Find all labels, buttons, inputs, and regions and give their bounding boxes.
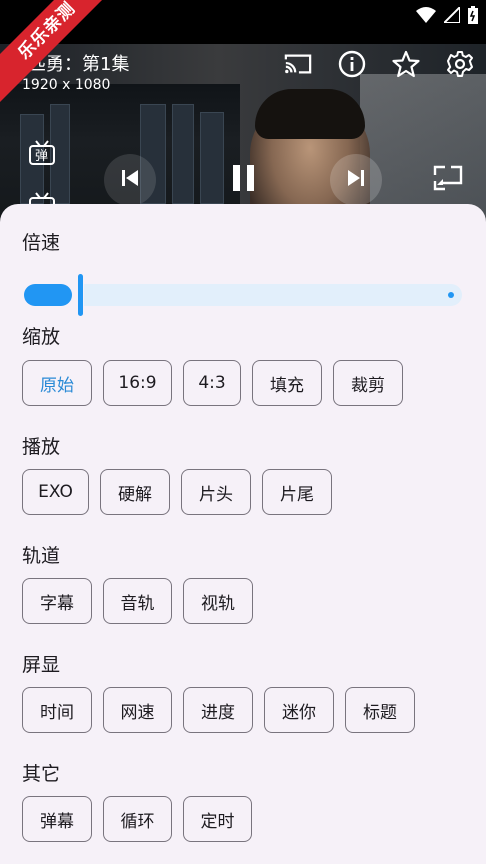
other-option-timer[interactable]: 定时 bbox=[183, 796, 252, 842]
danmu-icon[interactable]: 弹 bbox=[28, 140, 58, 168]
display-option-mini[interactable]: 迷你 bbox=[264, 687, 334, 733]
display-label: 屏显 bbox=[22, 654, 61, 676]
next-button[interactable] bbox=[330, 154, 382, 206]
tracks-label: 轨道 bbox=[22, 545, 61, 567]
playback-options: EXO 硬解 片头 片尾 bbox=[22, 469, 332, 515]
screen-rotation-button[interactable] bbox=[432, 164, 464, 196]
zoom-option-16-9[interactable]: 16:9 bbox=[103, 360, 172, 406]
playback-option-exo[interactable]: EXO bbox=[22, 469, 89, 515]
playback-option-outro[interactable]: 片尾 bbox=[262, 469, 332, 515]
speed-slider[interactable] bbox=[24, 274, 462, 316]
track-option-video[interactable]: 视轨 bbox=[183, 578, 253, 624]
playback-option-intro[interactable]: 片头 bbox=[181, 469, 251, 515]
settings-sheet: 倍速 缩放 原始 16:9 4:3 填充 裁剪 播放 EXO 硬解 片头 片尾 … bbox=[0, 204, 486, 864]
previous-button[interactable] bbox=[104, 154, 156, 206]
other-option-loop[interactable]: 循环 bbox=[103, 796, 172, 842]
cast-icon[interactable] bbox=[284, 50, 312, 78]
video-frame-hair bbox=[255, 89, 365, 139]
track-option-audio[interactable]: 音轨 bbox=[103, 578, 172, 624]
slider-track-active bbox=[24, 284, 72, 306]
gear-icon[interactable] bbox=[446, 50, 474, 78]
video-player[interactable]: 匹勇：第1集 1920 x 1080 弹 bbox=[0, 44, 486, 224]
other-option-danmu[interactable]: 弹幕 bbox=[22, 796, 92, 842]
zoom-option-original[interactable]: 原始 bbox=[22, 360, 92, 406]
other-label: 其它 bbox=[22, 763, 61, 785]
zoom-option-fill[interactable]: 填充 bbox=[252, 360, 322, 406]
display-option-time[interactable]: 时间 bbox=[22, 687, 92, 733]
signal-icon bbox=[441, 4, 461, 27]
zoom-option-4-3[interactable]: 4:3 bbox=[183, 360, 241, 406]
zoom-option-crop[interactable]: 裁剪 bbox=[333, 360, 403, 406]
svg-text:弹: 弹 bbox=[35, 149, 48, 164]
pause-icon bbox=[231, 164, 257, 196]
other-options: 弹幕 循环 定时 bbox=[22, 796, 252, 842]
slider-end-dot bbox=[448, 292, 454, 298]
display-option-title[interactable]: 标题 bbox=[345, 687, 415, 733]
display-option-progress[interactable]: 进度 bbox=[183, 687, 253, 733]
star-icon[interactable] bbox=[392, 50, 420, 78]
playback-option-hardware-decode[interactable]: 硬解 bbox=[100, 469, 170, 515]
display-options: 时间 网速 进度 迷你 标题 bbox=[22, 687, 415, 733]
display-option-network-speed[interactable]: 网速 bbox=[103, 687, 172, 733]
slider-thumb[interactable] bbox=[78, 274, 83, 316]
zoom-options: 原始 16:9 4:3 填充 裁剪 bbox=[22, 360, 403, 406]
zoom-label: 缩放 bbox=[22, 326, 61, 348]
pause-button[interactable] bbox=[218, 154, 270, 206]
wifi-icon bbox=[416, 7, 436, 27]
slider-track-inactive bbox=[84, 284, 462, 306]
playback-label: 播放 bbox=[22, 436, 61, 458]
tracks-options: 字幕 音轨 视轨 bbox=[22, 578, 253, 624]
screen-rotation-icon bbox=[433, 165, 463, 195]
battery-icon bbox=[468, 6, 478, 28]
video-resolution: 1920 x 1080 bbox=[22, 77, 111, 93]
speed-label: 倍速 bbox=[22, 232, 61, 254]
info-icon[interactable] bbox=[338, 50, 366, 78]
video-frame-whiteboard bbox=[360, 74, 486, 224]
skip-next-icon bbox=[346, 168, 366, 192]
track-option-subtitle[interactable]: 字幕 bbox=[22, 578, 92, 624]
skip-previous-icon bbox=[120, 168, 140, 192]
